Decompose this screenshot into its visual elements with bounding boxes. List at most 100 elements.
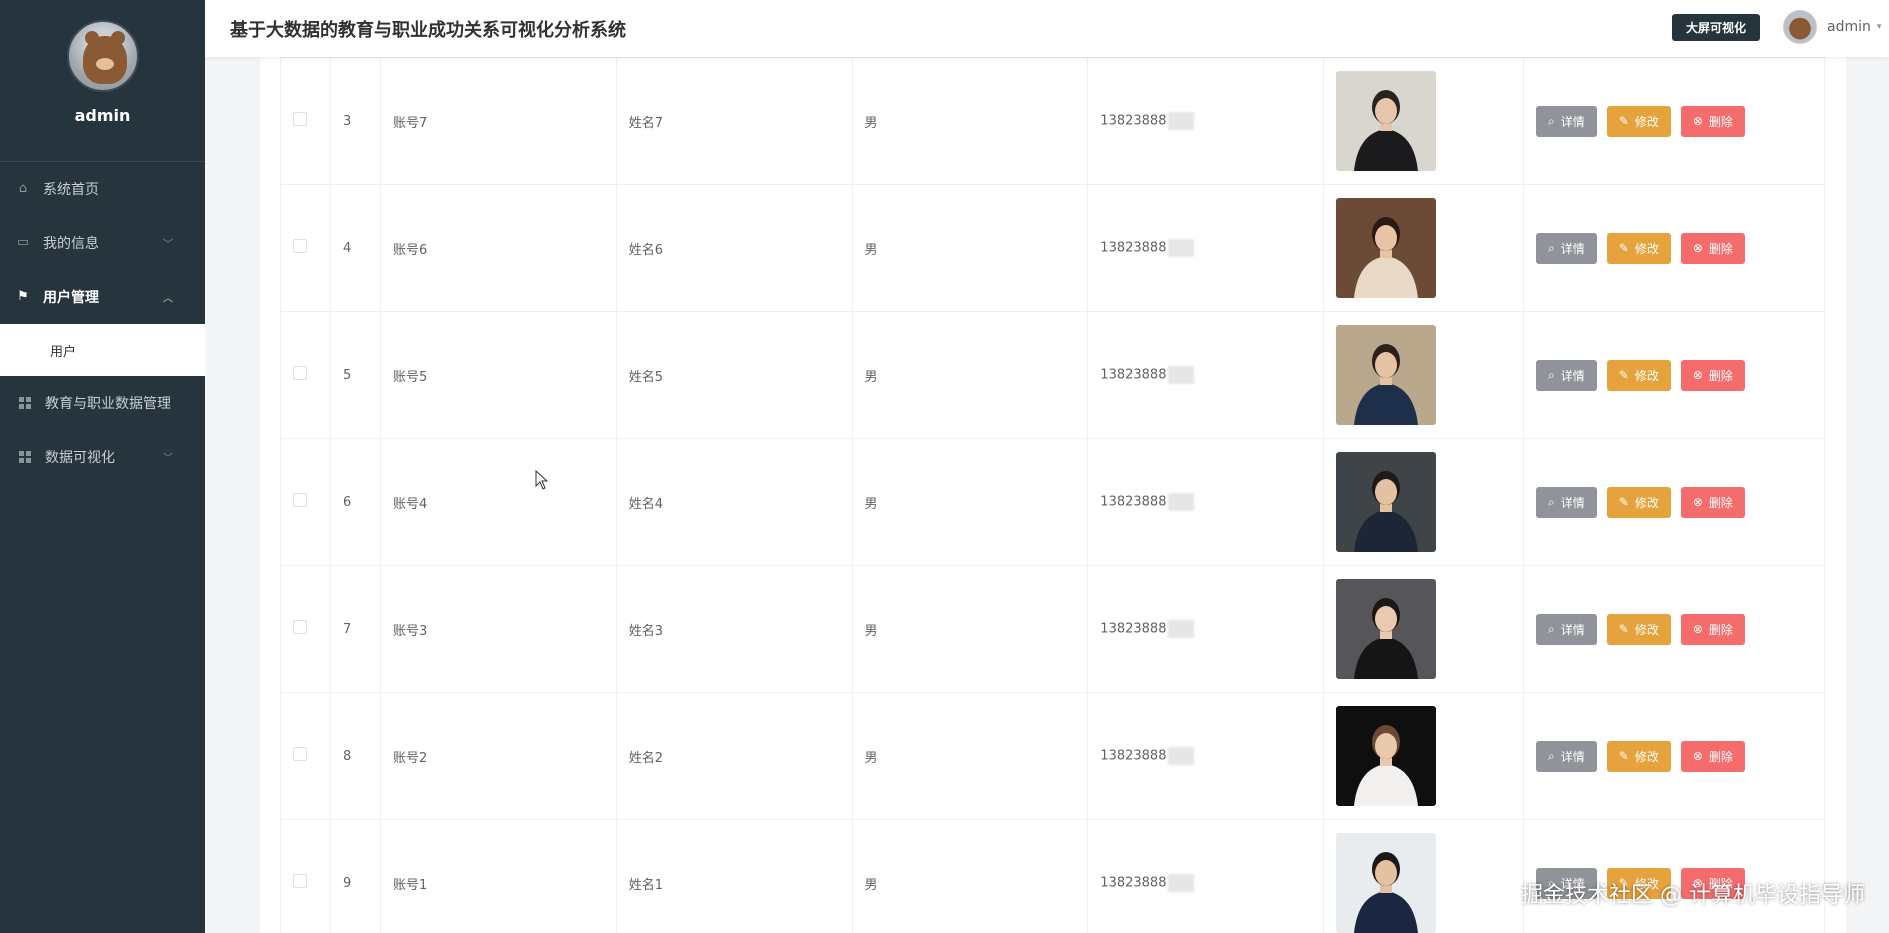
user-photo[interactable]	[1336, 579, 1437, 679]
detail-button[interactable]: ⌕ 详情	[1536, 486, 1597, 518]
cell-photo	[1323, 565, 1525, 693]
detail-button[interactable]: ⌕ 详情	[1536, 740, 1597, 772]
edit-button[interactable]: ✎ 修改	[1606, 486, 1671, 518]
cell-name: 姓名1	[615, 819, 853, 933]
delete-button[interactable]: ⊗ 删除	[1680, 105, 1745, 137]
pencil-icon: ✎	[1618, 368, 1629, 382]
cell-name: 姓名2	[615, 692, 853, 820]
search-icon: ⌕	[1548, 748, 1555, 763]
detail-button[interactable]: ⌕ 详情	[1536, 613, 1597, 645]
detail-button[interactable]: ⌕ 详情	[1536, 232, 1597, 264]
user-photo[interactable]	[1336, 833, 1437, 933]
cell-gender: 男	[851, 565, 1089, 693]
edit-button[interactable]: ✎ 修改	[1606, 359, 1671, 391]
cell-phone: 13823888	[1087, 819, 1325, 933]
edit-button[interactable]: ✎ 修改	[1606, 232, 1671, 264]
sidebar-item-label: 我的信息	[43, 236, 99, 252]
sidebar-subitem-user[interactable]: 用户	[0, 324, 205, 376]
row-index: 4	[329, 184, 381, 312]
cell-photo	[1323, 438, 1525, 566]
circle-x-icon: ⊗	[1692, 749, 1703, 763]
cell-phone: 13823888	[1087, 438, 1325, 566]
delete-button[interactable]: ⊗ 删除	[1680, 232, 1745, 264]
row-index: 8	[329, 692, 381, 820]
cell-actions: ⌕ 详情 ✎ 修改 ⊗ 删除	[1523, 438, 1825, 566]
row-select-cell	[280, 819, 331, 933]
cell-phone: 13823888	[1087, 57, 1325, 185]
cell-gender: 男	[851, 184, 1089, 312]
user-photo[interactable]	[1336, 706, 1437, 806]
phone-mask	[1168, 366, 1195, 384]
edit-button[interactable]: ✎ 修改	[1606, 740, 1671, 772]
delete-button[interactable]: ⊗ 删除	[1680, 613, 1745, 645]
main-content: 3 账号7 姓名7 男 13823888 ⌕ 详情 ✎ 修改 ⊗ 删除 4 账号6 姓名6 男 1382388…	[260, 57, 1846, 933]
row-checkbox[interactable]	[293, 747, 307, 761]
pencil-icon: ✎	[1618, 241, 1629, 255]
user-photo[interactable]	[1336, 325, 1437, 425]
row-checkbox[interactable]	[293, 112, 307, 126]
user-photo[interactable]	[1336, 452, 1437, 552]
cell-photo	[1323, 57, 1525, 185]
delete-button[interactable]: ⊗ 删除	[1680, 740, 1745, 772]
edit-button[interactable]: ✎ 修改	[1606, 105, 1671, 137]
cell-name: 姓名5	[615, 311, 853, 439]
table-row: 6 账号4 姓名4 男 13823888 ⌕ 详情 ✎ 修改 ⊗ 删除	[280, 438, 1825, 566]
circle-x-icon: ⊗	[1692, 114, 1703, 128]
cell-actions: ⌕ 详情 ✎ 修改 ⊗ 删除	[1523, 692, 1825, 820]
mouse-cursor-icon	[535, 470, 549, 490]
pencil-icon: ✎	[1618, 622, 1629, 636]
sidebar-item-data-visualization[interactable]: 数据可视化 ﹀	[0, 430, 205, 484]
cell-phone: 13823888	[1087, 692, 1325, 820]
cell-gender: 男	[851, 819, 1089, 933]
cell-actions: ⌕ 详情 ✎ 修改 ⊗ 删除	[1523, 184, 1825, 312]
row-index: 7	[329, 565, 381, 693]
user-photo[interactable]	[1336, 198, 1437, 298]
cell-photo	[1323, 184, 1525, 312]
row-checkbox[interactable]	[293, 239, 307, 253]
chevron-down-icon: ﹀	[163, 453, 173, 465]
search-icon: ⌕	[1548, 113, 1555, 128]
delete-button[interactable]: ⊗ 删除	[1680, 359, 1745, 391]
row-select-cell	[280, 565, 331, 693]
cell-name: 姓名4	[615, 438, 853, 566]
bigscreen-button[interactable]: 大屏可视化	[1672, 14, 1761, 41]
card-icon: ▭	[16, 235, 30, 250]
cell-phone: 13823888	[1087, 311, 1325, 439]
cell-actions: ⌕ 详情 ✎ 修改 ⊗ 删除	[1523, 311, 1825, 439]
phone-mask	[1168, 620, 1195, 638]
detail-button[interactable]: ⌕ 详情	[1536, 105, 1597, 137]
user-photo[interactable]	[1336, 71, 1437, 171]
user-menu[interactable]: admin ▾	[1783, 10, 1881, 44]
search-icon: ⌕	[1548, 367, 1555, 382]
sidebar-item-my-info[interactable]: ▭ 我的信息 ﹀	[0, 216, 205, 270]
cell-gender: 男	[851, 692, 1089, 820]
cell-actions: ⌕ 详情 ✎ 修改 ⊗ 删除	[1523, 565, 1825, 693]
phone-mask	[1168, 493, 1195, 511]
profile-username: admin	[74, 106, 131, 125]
avatar[interactable]	[66, 20, 139, 92]
sidebar-item-home[interactable]: ⌂ 系统首页	[0, 162, 205, 216]
row-checkbox[interactable]	[293, 493, 307, 507]
cell-account: 账号2	[379, 692, 617, 820]
sidebar: admin ⌂ 系统首页 ▭ 我的信息 ﹀ ⚑ 用户管理 ︿ 用户 教育与职业数…	[0, 0, 205, 933]
sidebar-item-edu-career-data[interactable]: 教育与职业数据管理	[0, 376, 205, 430]
row-checkbox[interactable]	[293, 366, 307, 380]
row-index: 6	[329, 438, 381, 566]
chevron-up-icon: ︿	[163, 293, 173, 305]
row-checkbox[interactable]	[293, 874, 307, 888]
row-checkbox[interactable]	[293, 620, 307, 634]
sidebar-item-user-management[interactable]: ⚑ 用户管理 ︿	[0, 270, 205, 324]
avatar[interactable]	[1783, 10, 1817, 44]
circle-x-icon: ⊗	[1692, 495, 1703, 509]
row-select-cell	[280, 311, 331, 439]
search-icon: ⌕	[1548, 621, 1555, 636]
sidebar-menu: ⌂ 系统首页 ▭ 我的信息 ﹀ ⚑ 用户管理 ︿ 用户 教育与职业数据管理 数据…	[0, 162, 205, 484]
circle-x-icon: ⊗	[1692, 622, 1703, 636]
cell-account: 账号6	[379, 184, 617, 312]
phone-mask	[1168, 112, 1195, 130]
edit-button[interactable]: ✎ 修改	[1606, 613, 1671, 645]
delete-button[interactable]: ⊗ 删除	[1680, 486, 1745, 518]
detail-button[interactable]: ⌕ 详情	[1536, 359, 1597, 391]
row-index: 9	[329, 819, 381, 933]
phone-mask	[1168, 874, 1195, 892]
